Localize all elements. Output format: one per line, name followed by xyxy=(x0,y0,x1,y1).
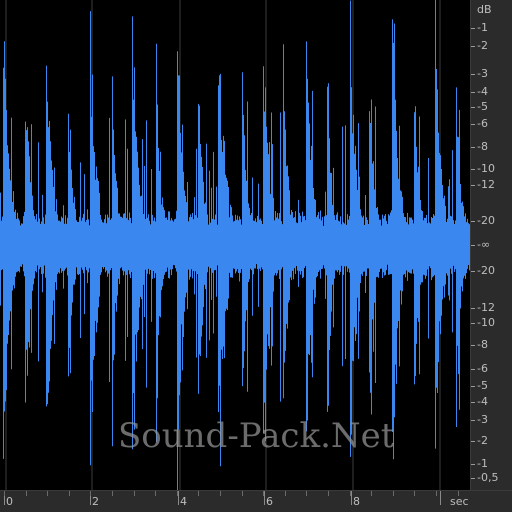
db-tick xyxy=(471,245,475,246)
db-tick xyxy=(471,147,475,148)
time-tick xyxy=(178,491,179,505)
db-tick-label: -1 xyxy=(477,457,488,470)
db-tick-label: -6 xyxy=(477,117,488,130)
db-unit-label: dB xyxy=(477,3,492,16)
db-tick xyxy=(471,185,475,186)
time-minor-tick xyxy=(414,491,415,496)
time-tick xyxy=(351,491,352,505)
db-tick-label: -2 xyxy=(477,434,488,447)
time-minor-tick xyxy=(328,491,329,496)
time-tick-label: 4 xyxy=(180,495,187,508)
time-minor-tick xyxy=(458,491,459,496)
db-tick-label: -∞ xyxy=(477,238,491,251)
db-tick-label: -0,5 xyxy=(477,471,499,484)
time-minor-tick xyxy=(47,491,48,496)
time-minor-tick xyxy=(306,491,307,496)
db-tick xyxy=(471,107,475,108)
db-tick-label: -8 xyxy=(477,338,488,351)
db-tick xyxy=(471,323,475,324)
db-tick xyxy=(471,478,475,479)
time-minor-tick xyxy=(350,491,351,496)
db-tick-label: -4 xyxy=(477,395,488,408)
time-minor-tick xyxy=(393,491,394,496)
time-minor-tick xyxy=(90,491,91,496)
db-tick-label: -5 xyxy=(477,100,488,113)
db-tick-label: -20 xyxy=(477,214,495,227)
db-tick-label: -2 xyxy=(477,39,488,52)
time-minor-tick xyxy=(134,491,135,496)
time-minor-tick xyxy=(177,491,178,496)
db-tick-label: -10 xyxy=(477,162,495,175)
db-tick-label: -5 xyxy=(477,379,488,392)
time-minor-tick xyxy=(198,491,199,496)
time-tick-label: 8 xyxy=(353,495,360,508)
db-tick xyxy=(471,124,475,125)
time-minor-tick xyxy=(371,491,372,496)
time-minor-tick xyxy=(26,491,27,496)
time-ruler[interactable]: sec 0 2 4 6 8 xyxy=(0,490,512,512)
db-tick xyxy=(471,308,475,309)
time-minor-tick xyxy=(285,491,286,496)
time-minor-tick xyxy=(69,491,70,496)
db-tick xyxy=(471,271,475,272)
time-minor-tick xyxy=(112,491,113,496)
time-tick-label: 0 xyxy=(6,495,13,508)
db-tick xyxy=(471,369,475,370)
db-tick xyxy=(471,345,475,346)
time-minor-tick xyxy=(4,491,5,496)
db-tick-label: -10 xyxy=(477,316,495,329)
time-tick-label: 2 xyxy=(92,495,99,508)
time-minor-tick xyxy=(436,491,437,496)
time-tick-label: 6 xyxy=(266,495,273,508)
waveform-center-band xyxy=(0,227,470,263)
db-tick-label: -20 xyxy=(477,264,495,277)
db-tick xyxy=(471,28,475,29)
db-tick xyxy=(471,46,475,47)
time-unit-label: sec xyxy=(450,495,469,508)
time-tick xyxy=(264,491,265,505)
db-tick xyxy=(471,420,475,421)
time-minor-tick xyxy=(155,491,156,496)
db-tick xyxy=(471,221,475,222)
db-tick xyxy=(471,386,475,387)
db-tick-label: -1 xyxy=(477,21,488,34)
time-minor-tick xyxy=(263,491,264,496)
db-tick xyxy=(471,74,475,75)
db-ruler: dB -1 -2 -3 -4 -5 -6 -8 -10 -12 -20 -∞ -20 -12 -10 -8 -… xyxy=(470,0,512,490)
time-minor-tick xyxy=(242,491,243,496)
db-tick-label: -12 xyxy=(477,178,495,191)
watermark: Sound-Pack.Net xyxy=(118,416,395,456)
db-tick xyxy=(471,169,475,170)
time-end-tick xyxy=(440,491,441,505)
db-tick-label: -8 xyxy=(477,140,488,153)
db-tick xyxy=(471,402,475,403)
db-tick xyxy=(471,464,475,465)
time-minor-tick xyxy=(220,491,221,496)
db-tick-label: -6 xyxy=(477,362,488,375)
db-tick-label: -4 xyxy=(477,85,488,98)
db-tick-label: -3 xyxy=(477,67,488,80)
db-tick-label: -12 xyxy=(477,301,495,314)
db-tick xyxy=(471,92,475,93)
db-tick xyxy=(471,441,475,442)
db-tick-label: -3 xyxy=(477,413,488,426)
